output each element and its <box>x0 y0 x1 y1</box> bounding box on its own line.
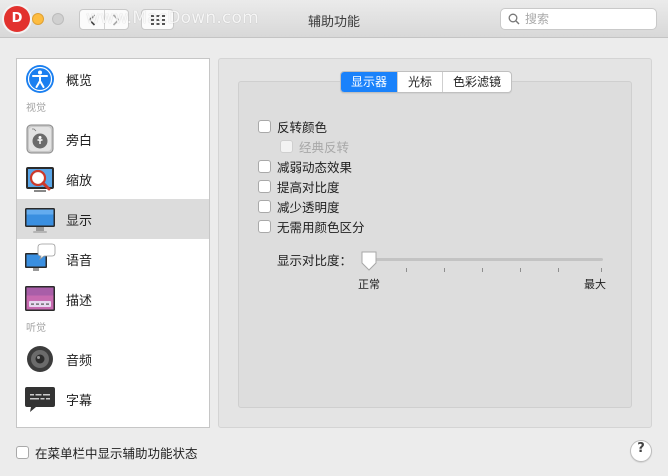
option-label: 经典反转 <box>299 139 350 155</box>
descriptions-icon <box>25 286 55 311</box>
classic-invert-checkbox <box>280 139 293 153</box>
sidebar-item-speech[interactable]: 语音 <box>17 239 209 279</box>
option-label: 无需用颜色区分 <box>277 219 365 235</box>
display-options: 反转颜色 经典反转 减弱动态效果 提高对比度 减少透明度 无需用颜色区分 <box>258 116 365 236</box>
option-label: 减少透明度 <box>277 199 340 215</box>
voiceover-icon <box>26 124 54 154</box>
show-status-option[interactable]: 在菜单栏中显示辅助功能状态 <box>16 443 198 462</box>
search-field[interactable] <box>500 8 657 30</box>
differentiate-without-color-option[interactable]: 无需用颜色区分 <box>258 216 365 236</box>
speech-icon <box>25 243 56 271</box>
slider-tick <box>406 268 407 272</box>
slider-tick <box>444 268 445 272</box>
search-icon <box>508 13 520 25</box>
slider-tick <box>558 268 559 272</box>
increase-contrast-checkbox[interactable] <box>258 179 271 193</box>
slider-max-label: 最大 <box>584 278 606 291</box>
zoom-icon <box>26 167 54 192</box>
sidebar-section-hearing: 听觉 <box>26 323 46 334</box>
slider-tick <box>520 268 521 272</box>
sidebar-item-display[interactable]: 显示 <box>17 199 209 239</box>
sidebar-item-label: 描述 <box>66 293 93 309</box>
slider-tick <box>482 268 483 272</box>
option-label: 提高对比度 <box>277 179 340 195</box>
sidebar-section-vision: 视觉 <box>26 103 46 114</box>
speaker-icon <box>27 346 53 372</box>
reduce-transparency-option[interactable]: 减少透明度 <box>258 196 365 216</box>
captions-icon <box>25 387 55 412</box>
sidebar-item-label: 显示 <box>66 213 93 229</box>
slider-knob[interactable] <box>360 251 378 271</box>
search-input[interactable] <box>525 12 645 26</box>
differentiate-without-color-checkbox[interactable] <box>258 219 271 233</box>
sidebar-item-label: 概览 <box>66 73 93 89</box>
sidebar-item-audio[interactable]: 音频 <box>17 339 209 379</box>
classic-invert-option: 经典反转 <box>258 136 365 156</box>
sidebar: 概览 视觉 旁白 缩放 显示 语音 描述 听觉 音频 字幕 <box>16 58 210 428</box>
reduce-motion-checkbox[interactable] <box>258 159 271 173</box>
reduce-transparency-checkbox[interactable] <box>258 199 271 213</box>
accessibility-icon <box>26 65 54 93</box>
sidebar-item-captions[interactable]: 字幕 <box>17 379 209 419</box>
tab-bar: 显示器 光标 色彩滤镜 <box>340 71 513 93</box>
display-icon <box>25 208 55 233</box>
sidebar-item-descriptions[interactable]: 描述 <box>17 279 209 319</box>
tab-cursor[interactable]: 光标 <box>397 72 442 92</box>
sidebar-item-label: 缩放 <box>66 173 93 189</box>
invert-colors-checkbox[interactable] <box>258 119 271 133</box>
help-button[interactable]: ? <box>630 440 652 462</box>
option-label: 减弱动态效果 <box>277 159 353 175</box>
sidebar-item-label: 音频 <box>66 353 93 369</box>
sidebar-item-label: 旁白 <box>66 133 93 149</box>
option-label: 反转颜色 <box>277 119 328 135</box>
slider-min-label: 正常 <box>358 278 380 291</box>
title-bar: D www.MacDown.com 辅助功能 <box>0 0 668 38</box>
reduce-motion-option[interactable]: 减弱动态效果 <box>258 156 365 176</box>
tab-display[interactable]: 显示器 <box>341 72 398 92</box>
display-contrast-slider[interactable] <box>368 258 603 261</box>
slider-tick <box>601 268 602 272</box>
display-contrast-label: 显示对比度： <box>277 253 353 268</box>
sidebar-item-zoom[interactable]: 缩放 <box>17 159 209 199</box>
show-status-label: 在菜单栏中显示辅助功能状态 <box>35 446 198 461</box>
sidebar-item-label: 字幕 <box>66 393 93 409</box>
sidebar-item-overview[interactable]: 概览 <box>17 59 209 99</box>
tab-color-filters[interactable]: 色彩滤镜 <box>442 72 511 92</box>
increase-contrast-option[interactable]: 提高对比度 <box>258 176 365 196</box>
sidebar-item-voiceover[interactable]: 旁白 <box>17 119 209 159</box>
sidebar-item-label: 语音 <box>66 253 93 269</box>
show-status-checkbox[interactable] <box>16 446 29 459</box>
invert-colors-option[interactable]: 反转颜色 <box>258 116 365 136</box>
